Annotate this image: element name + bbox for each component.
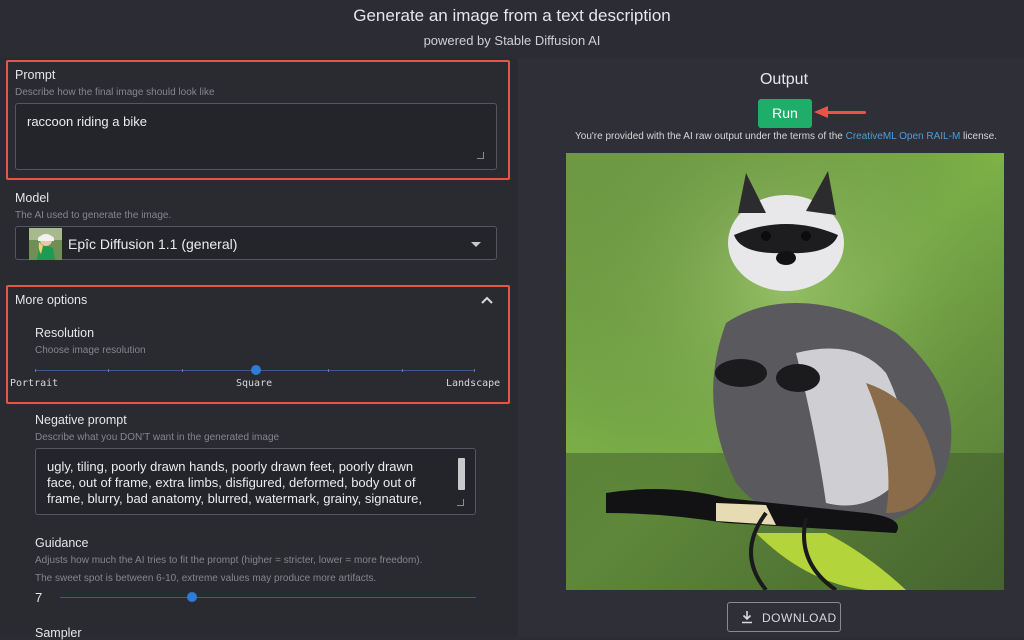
chevron-up-icon[interactable] [480, 293, 494, 305]
arrow-left-head [814, 106, 828, 118]
slider-tick [402, 369, 403, 372]
guidance-help-2: The sweet spot is between 6-10, extreme … [35, 573, 377, 584]
slider-tick [108, 369, 109, 372]
resolution-help: Choose image resolution [35, 345, 146, 356]
slider-tick [474, 369, 475, 372]
license-text: You're provided with the AI raw output u… [548, 131, 1024, 142]
model-thumbnail [29, 228, 62, 260]
prompt-input-value: raccoon riding a bike [27, 114, 147, 129]
output-heading: Output [759, 71, 809, 88]
scrollbar[interactable] [458, 458, 465, 490]
license-prefix: You're provided with the AI raw output u… [575, 131, 846, 142]
resize-handle-icon[interactable] [477, 152, 484, 159]
download-icon [740, 610, 754, 624]
resolution-label: Resolution [35, 326, 95, 340]
negative-prompt-line: frame, blurry, bad anatomy, blurred, wat… [47, 491, 422, 506]
output-image [566, 153, 1004, 590]
guidance-label: Guidance [35, 536, 89, 550]
model-select[interactable]: Epîc Diffusion 1.1 (general) [15, 226, 497, 260]
resize-handle-icon[interactable] [457, 499, 464, 506]
guidance-slider-track [60, 597, 476, 598]
negative-prompt-label: Negative prompt [35, 413, 127, 427]
model-select-value: Epîc Diffusion 1.1 (general) [68, 236, 238, 252]
guidance-value: 7 [35, 590, 43, 605]
license-suffix: license. [960, 131, 997, 142]
prompt-input[interactable]: raccoon riding a bike [15, 103, 497, 170]
guidance-slider[interactable] [60, 590, 476, 604]
slider-tick [328, 369, 329, 372]
page-title: Generate an image from a text descriptio… [353, 6, 671, 25]
more-options-toggle[interactable]: More options [15, 293, 87, 307]
slider-tick [35, 369, 36, 372]
page-subtitle: powered by Stable Diffusion AI [423, 33, 601, 48]
guidance-slider-thumb[interactable] [187, 592, 197, 602]
model-help: The AI used to generate the image. [15, 210, 172, 221]
resolution-slider-thumb[interactable] [251, 365, 261, 375]
negative-prompt-input[interactable]: ugly, tiling, poorly drawn hands, poorly… [35, 448, 476, 515]
download-button[interactable]: DOWNLOAD [727, 602, 841, 632]
resolution-slider[interactable] [35, 363, 475, 379]
guidance-help: Adjusts how much the AI tries to fit the… [35, 555, 423, 566]
run-button[interactable]: Run [758, 99, 812, 128]
license-link[interactable]: CreativeML Open RAIL-M [846, 131, 961, 142]
download-label: DOWNLOAD [762, 611, 837, 625]
prompt-label: Prompt [15, 68, 56, 82]
arrow-left-icon [826, 111, 866, 114]
negative-prompt-help: Describe what you DON'T want in the gene… [35, 432, 280, 443]
negative-prompt-line: face, out of frame, extra limbs, disfigu… [47, 475, 416, 490]
resolution-tick-landscape: Landscape [446, 378, 501, 389]
resolution-tick-square: Square [236, 378, 273, 389]
slider-tick [182, 369, 183, 372]
sampler-label: Sampler [35, 626, 82, 640]
resolution-tick-portrait: Portrait [10, 378, 59, 389]
chevron-down-icon [471, 242, 481, 247]
model-label: Model [15, 191, 50, 205]
prompt-help: Describe how the final image should look… [15, 87, 215, 98]
negative-prompt-line: ugly, tiling, poorly drawn hands, poorly… [47, 459, 414, 474]
